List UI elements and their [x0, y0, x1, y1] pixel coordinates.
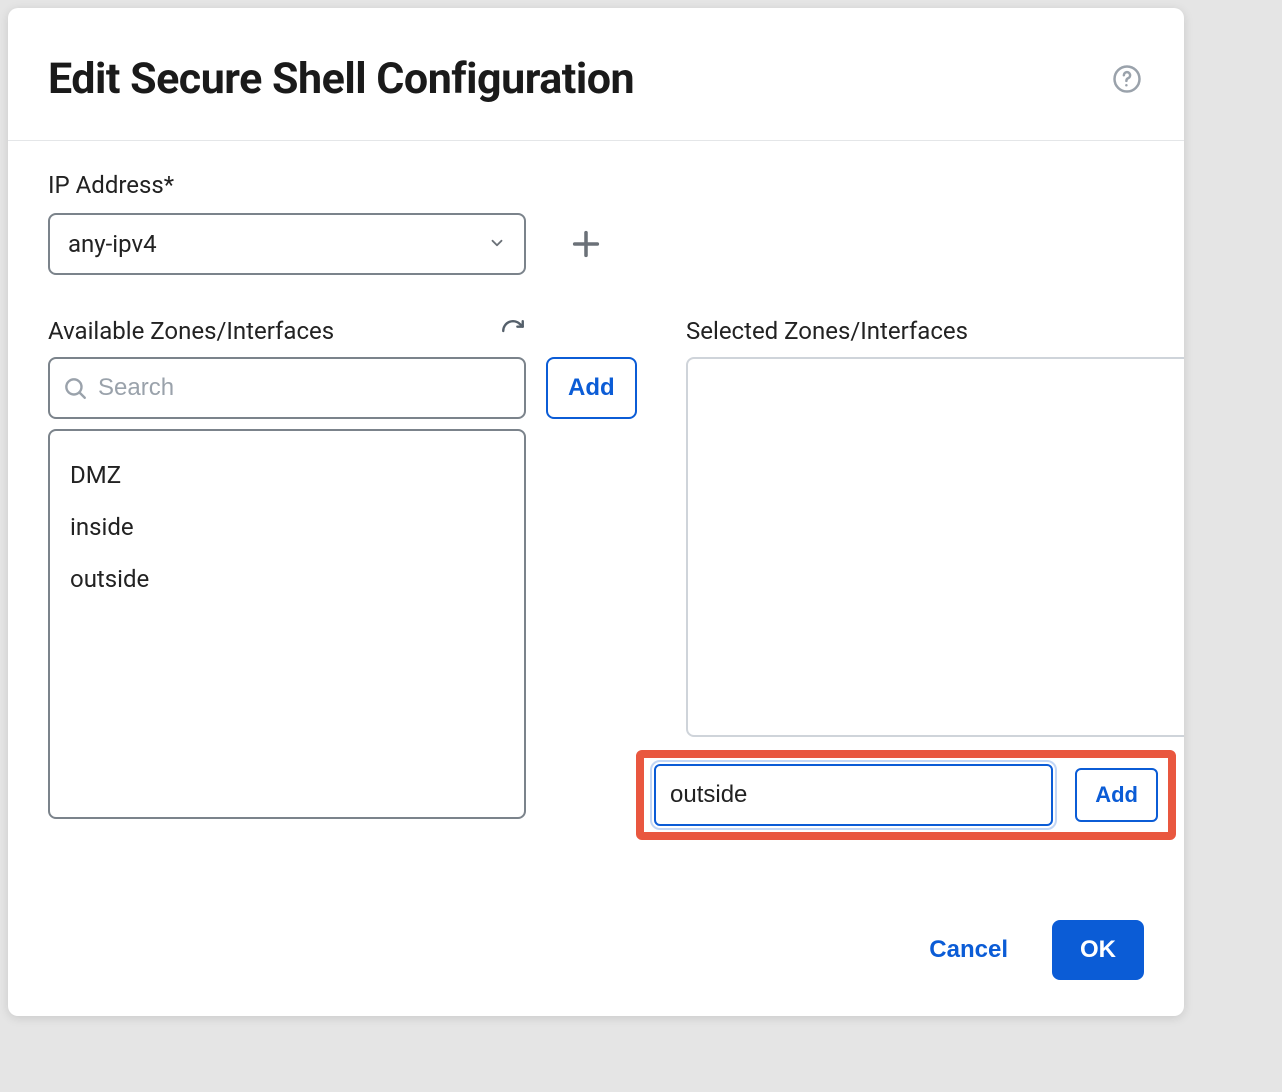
list-item[interactable]: inside	[70, 501, 504, 553]
zones-dual-list: Available Zones/Interfaces Selected Zone…	[48, 317, 1144, 819]
ip-address-label: IP Address*	[48, 171, 1144, 199]
add-button-column: Add	[546, 357, 666, 419]
manual-add-highlight: Add	[636, 750, 1176, 840]
list-item[interactable]: outside	[70, 553, 504, 605]
selected-zones-listbox[interactable]	[686, 357, 1184, 737]
search-icon	[62, 375, 88, 401]
manual-zone-input[interactable]	[654, 764, 1053, 826]
dialog-title: Edit Secure Shell Configuration	[48, 54, 634, 104]
list-item[interactable]: DMZ	[70, 449, 504, 501]
selected-zones-header: Selected Zones/Interfaces	[686, 317, 1184, 345]
cancel-button[interactable]: Cancel	[903, 920, 1034, 980]
chevron-down-icon	[488, 230, 506, 258]
manual-add-button[interactable]: Add	[1075, 768, 1158, 822]
selected-zones-label: Selected Zones/Interfaces	[686, 317, 968, 345]
add-ip-button[interactable]	[566, 224, 606, 264]
available-zones-listbox[interactable]: DMZ inside outside	[48, 429, 526, 819]
ip-address-select[interactable]: any-ipv4	[48, 213, 526, 275]
dialog-footer: Cancel OK	[903, 920, 1144, 980]
ip-address-row: any-ipv4	[48, 213, 1144, 275]
ip-address-value: any-ipv4	[68, 230, 157, 258]
available-zones-search[interactable]	[48, 357, 526, 419]
help-icon[interactable]	[1110, 62, 1144, 96]
add-to-selected-button[interactable]: Add	[546, 357, 637, 419]
dialog-header: Edit Secure Shell Configuration	[8, 8, 1184, 141]
dialog-body: IP Address* any-ipv4 Available Zones/Int…	[8, 141, 1184, 819]
available-zones-header: Available Zones/Interfaces	[48, 317, 526, 345]
refresh-icon[interactable]	[500, 318, 526, 344]
dialog: Edit Secure Shell Configuration IP Addre…	[8, 8, 1184, 1016]
ok-button[interactable]: OK	[1052, 920, 1144, 980]
search-input[interactable]	[98, 374, 512, 402]
available-zones-label: Available Zones/Interfaces	[48, 317, 334, 345]
